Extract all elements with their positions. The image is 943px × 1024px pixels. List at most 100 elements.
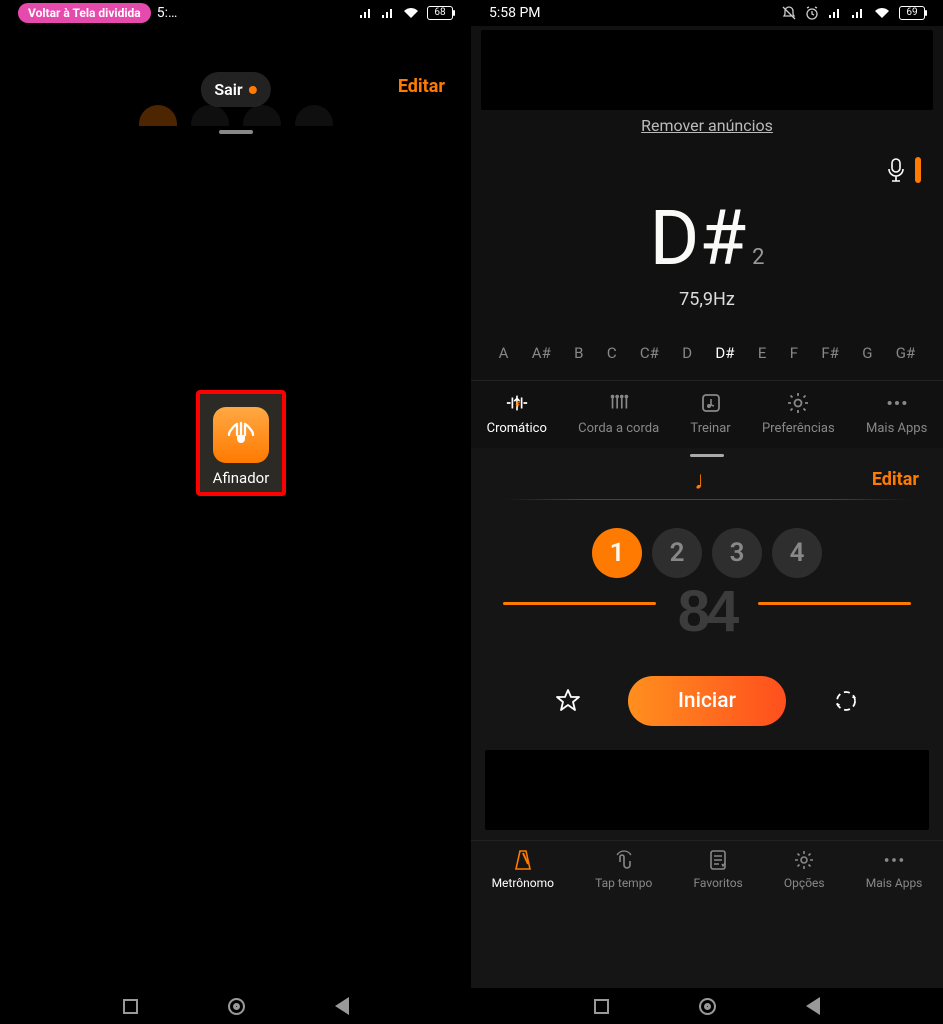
- ad-banner-top[interactable]: [481, 30, 933, 110]
- app-icon-highlight[interactable]: Afinador: [196, 390, 286, 496]
- cromatic-icon: #: [505, 391, 529, 415]
- signal-icon-2: [381, 7, 395, 19]
- tuner-tab-cromatic[interactable]: #Cromático: [487, 391, 547, 436]
- note-strip-item[interactable]: E: [758, 344, 767, 362]
- beat-4[interactable]: 4: [772, 528, 822, 578]
- time-truncated: 5:…: [157, 5, 178, 21]
- recents-button[interactable]: [123, 999, 138, 1014]
- metro-tab-met[interactable]: Metrônomo: [492, 849, 554, 890]
- home-overlay: [0, 126, 471, 990]
- tuner-tab-mais[interactable]: Mais Apps: [866, 391, 927, 436]
- metro-tab-tap[interactable]: Tap tempo: [595, 849, 652, 890]
- note-strip-item[interactable]: A: [499, 344, 509, 362]
- opc-icon: [793, 849, 815, 871]
- clock: 5:58 PM: [489, 5, 541, 21]
- tab-label: Mais Apps: [866, 876, 923, 890]
- note-strip-item[interactable]: C#: [640, 344, 659, 362]
- note-frequency: 75,9Hz: [471, 289, 943, 310]
- ad-banner-bottom[interactable]: [485, 750, 929, 830]
- note-strip-item[interactable]: G#: [896, 344, 915, 362]
- wifi-icon: [403, 7, 419, 19]
- tuner-tab-pref[interactable]: Preferências: [762, 391, 835, 436]
- mic-level-meter: [915, 157, 921, 183]
- beat-3[interactable]: 3: [712, 528, 762, 578]
- exit-label: Sair: [214, 80, 242, 99]
- tab-label: Opções: [784, 876, 825, 890]
- tempo-slider[interactable]: 84: [493, 602, 921, 648]
- tuner-tab-treinar[interactable]: Treinar: [690, 391, 730, 436]
- note-octave: 2: [752, 245, 764, 270]
- note-strip-item[interactable]: B: [574, 344, 583, 362]
- left-pane: Voltar à Tela dividida 5:… 68 Sair Edita…: [0, 0, 471, 1024]
- note-value-icon[interactable]: ♩: [694, 465, 720, 496]
- tuner-tab-bar: #Cromático Corda a corda Treinar Preferênci…: [471, 380, 943, 448]
- note-strip-item[interactable]: A#: [532, 344, 551, 362]
- tap-icon: [613, 849, 635, 871]
- note-strip-item[interactable]: F: [790, 344, 798, 362]
- tab-label: Mais Apps: [866, 421, 927, 436]
- tuner-app-icon: [213, 407, 269, 463]
- metro-tab-opc[interactable]: Opções: [784, 849, 825, 890]
- note-strip-item[interactable]: G: [862, 344, 872, 362]
- tab-label: Favoritos: [693, 876, 742, 890]
- tuner-tab-corda[interactable]: Corda a corda: [578, 391, 659, 436]
- android-nav-bar-right: [471, 988, 943, 1024]
- home-button[interactable]: [699, 998, 716, 1015]
- dnd-icon: [782, 6, 796, 20]
- tab-label: Corda a corda: [578, 421, 659, 436]
- signal-icon: [359, 7, 373, 19]
- beat-2[interactable]: 2: [652, 528, 702, 578]
- tempo-value: 84: [678, 578, 737, 645]
- metro-tab-mais[interactable]: Mais Apps: [866, 849, 923, 890]
- mais-icon: [883, 849, 905, 871]
- recents-button[interactable]: [594, 999, 609, 1014]
- treinar-icon: [699, 391, 723, 415]
- svg-text:#: #: [515, 400, 520, 410]
- alarm-icon: [805, 6, 819, 20]
- battery-icon: 68: [427, 6, 453, 20]
- wifi-icon: [874, 7, 890, 19]
- tuner-display: D#2 75,9Hz: [471, 183, 943, 310]
- metronome-tab-bar: Metrônomo Tap tempo Favoritos Opções Mais Ap…: [471, 840, 943, 900]
- back-button[interactable]: [806, 997, 820, 1015]
- tab-label: Tap tempo: [595, 876, 652, 890]
- left-app-header: Sair Editar: [0, 26, 471, 86]
- back-button[interactable]: [335, 997, 349, 1015]
- panel-drag-handle[interactable]: [690, 454, 724, 457]
- divider: [503, 499, 911, 500]
- favorite-button[interactable]: [554, 687, 582, 715]
- note-strip-item[interactable]: D#: [715, 344, 734, 362]
- note-strip-item[interactable]: C: [607, 344, 617, 362]
- android-nav-bar-left: [0, 988, 471, 1024]
- note-strip-item[interactable]: D: [682, 344, 692, 362]
- home-button[interactable]: [228, 998, 245, 1015]
- right-pane: 5:58 PM 69 Remover anúncios D#2 75,9Hz A…: [471, 0, 943, 1024]
- beat-1[interactable]: 1: [592, 528, 642, 578]
- fav-icon: [707, 849, 729, 871]
- split-drag-handle[interactable]: [219, 130, 253, 134]
- signal-icon: [828, 7, 842, 19]
- exit-dot-icon: [249, 86, 257, 94]
- status-bar-left: Voltar à Tela dividida 5:… 68: [0, 0, 471, 26]
- mais-icon: [885, 391, 909, 415]
- mic-icon[interactable]: [885, 157, 907, 183]
- battery-icon: 69: [899, 6, 925, 20]
- status-bar-right: 5:58 PM 69: [471, 0, 943, 26]
- sync-button[interactable]: [832, 687, 860, 715]
- app-icon-label: Afinador: [213, 469, 270, 487]
- metro-tab-fav[interactable]: Favoritos: [693, 849, 742, 890]
- start-button[interactable]: Iniciar: [628, 676, 786, 726]
- signal-icon-2: [851, 7, 865, 19]
- note-name: D#: [649, 193, 746, 283]
- pref-icon: [786, 391, 810, 415]
- split-screen-pill[interactable]: Voltar à Tela dividida: [18, 3, 151, 23]
- edit-button-right[interactable]: Editar: [872, 469, 919, 490]
- met-icon: [512, 849, 534, 871]
- note-strip-item[interactable]: F#: [821, 344, 839, 362]
- remove-ads-link[interactable]: Remover anúncios: [471, 116, 943, 147]
- note-strip: A A# B C C# D D# E F F# G G#: [471, 310, 943, 380]
- exit-button[interactable]: Sair: [200, 72, 270, 107]
- edit-button-left[interactable]: Editar: [398, 76, 445, 97]
- tab-label: Metrônomo: [492, 876, 554, 890]
- metronome-panel: ♩ Editar 1234 84 Iniciar Metrônomo Tap te…: [471, 448, 943, 988]
